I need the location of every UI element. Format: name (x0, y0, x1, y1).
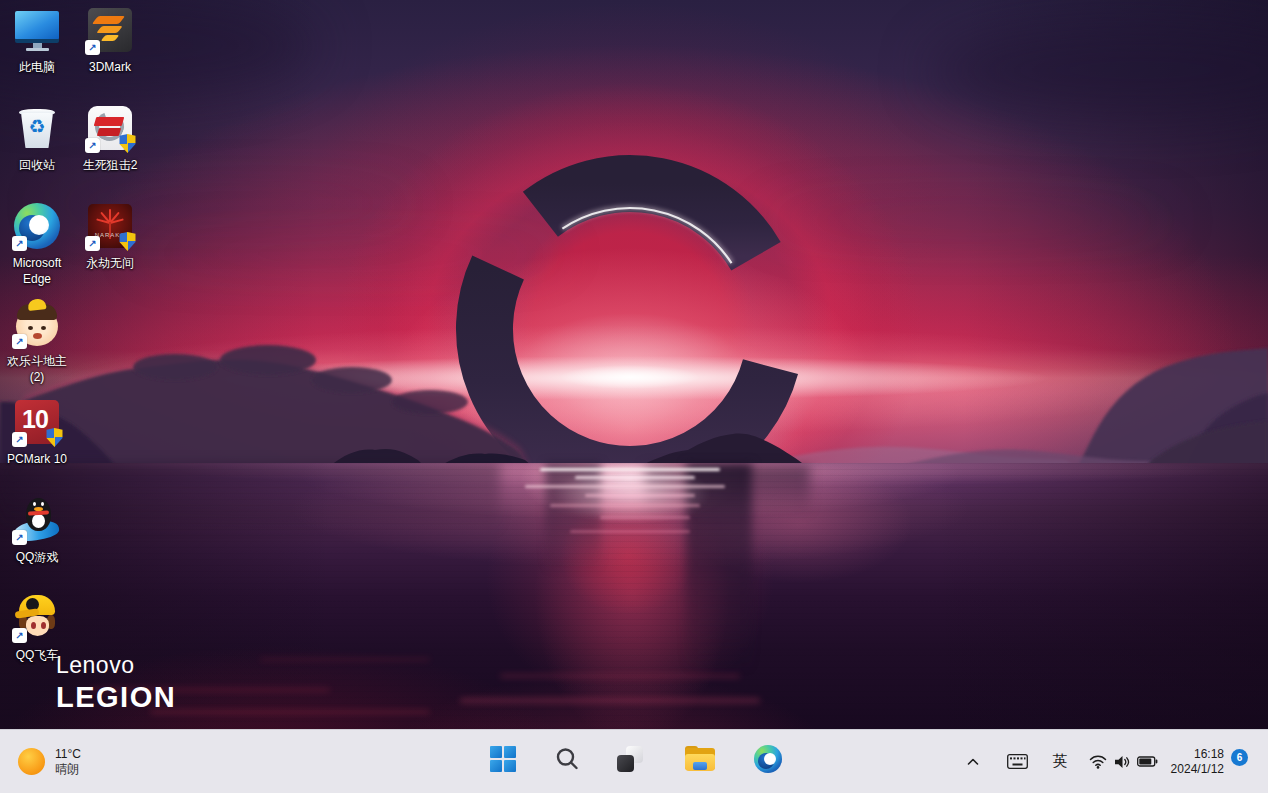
lenovo-wordmark: Lenovo (56, 652, 176, 679)
water-sparkle (575, 476, 695, 479)
water-sparkle (570, 530, 690, 533)
search-button[interactable] (547, 739, 587, 779)
water-sparkle (550, 504, 700, 507)
windows-logo-icon (490, 746, 516, 772)
desktop-icon-this-pc[interactable]: 此电脑 (0, 6, 74, 75)
edge-taskbar-button[interactable] (748, 739, 788, 779)
shortcut-arrow-icon (12, 236, 27, 251)
3dmark-icon (86, 6, 134, 54)
shengsi-juji-2-icon (86, 104, 134, 152)
uac-shield-icon (119, 134, 136, 153)
sun-icon (18, 748, 45, 775)
desktop-icon-recycle-bin[interactable]: ♻ 回收站 (0, 104, 74, 173)
water-sparkle (525, 485, 725, 488)
uac-shield-icon (46, 428, 63, 447)
keyboard-icon (1007, 754, 1028, 769)
ime-indicator[interactable]: 英 (1045, 745, 1075, 779)
start-button[interactable] (483, 739, 523, 779)
clock-date: 2024/1/12 (1171, 762, 1224, 777)
shortcut-arrow-icon (12, 334, 27, 349)
speaker-icon (1114, 755, 1131, 769)
clock-time: 16:18 (1171, 747, 1224, 762)
happy-doudizhu-icon (13, 300, 61, 348)
shortcut-arrow-icon (12, 432, 27, 447)
wallpaper-landscape (0, 0, 1268, 470)
desktop-icon-qq-games[interactable]: QQ游戏 (0, 496, 74, 565)
water-ripple-red (150, 710, 430, 714)
edge-icon (754, 745, 782, 773)
chevron-up-icon (967, 758, 979, 766)
desktop-icon-happy-doudizhu[interactable]: 欢乐斗地主(2) (0, 300, 74, 385)
clock[interactable]: 16:18 2024/1/12 (1171, 747, 1224, 777)
recycle-symbol-icon: ♻ (13, 116, 61, 138)
shortcut-arrow-icon (12, 628, 27, 643)
pcmark-10-icon: 10 (13, 398, 61, 446)
qq-games-icon (13, 496, 61, 544)
shortcut-arrow-icon (12, 530, 27, 545)
icon-label-line: Microsoft (13, 256, 62, 270)
water-sparkle (600, 516, 690, 519)
cloudbank-reflection (0, 463, 500, 533)
qq-speed-icon (13, 594, 61, 642)
uac-shield-icon (119, 232, 136, 251)
touch-keyboard-button[interactable] (1002, 745, 1032, 779)
desktop-icon-microsoft-edge[interactable]: Microsoft Edge (0, 202, 74, 287)
desktop-icon-qq-speed[interactable]: QQ飞车 (0, 594, 74, 663)
desktop-icon-pcmark-10[interactable]: 10 PCMark 10 (0, 398, 74, 467)
battery-button[interactable] (1132, 745, 1162, 779)
task-view-button[interactable] (610, 739, 650, 779)
file-explorer-button[interactable] (680, 739, 720, 779)
notification-badge[interactable]: 6 (1231, 749, 1248, 766)
desktop-icon-3dmark[interactable]: 3DMark (73, 6, 147, 75)
legion-wordmark: LEGION (56, 681, 176, 714)
this-pc-icon (13, 6, 61, 54)
search-icon (554, 746, 580, 772)
water-ripple-red (500, 674, 740, 678)
water-sparkle (540, 468, 720, 471)
water-ripple-red (260, 658, 430, 661)
shortcut-arrow-icon (85, 236, 100, 251)
file-explorer-icon (685, 746, 715, 771)
desktop-icon-naraka[interactable]: NARAKA 永劫无间 (73, 202, 147, 271)
edge-icon (13, 202, 61, 250)
task-view-icon (617, 746, 643, 772)
naraka-icon: NARAKA (86, 202, 134, 250)
recycle-bin-icon: ♻ (13, 104, 61, 152)
water-ripple-red (460, 698, 760, 703)
weather-widget[interactable]: 11°C 晴朗 (10, 730, 89, 793)
desktop-icon-shengsi-juji-2[interactable]: 生死狙击2 (73, 104, 147, 173)
water-sparkle (585, 494, 695, 497)
icon-label-line: Edge (23, 272, 51, 286)
tray-chevron-up[interactable] (958, 745, 988, 779)
shortcut-arrow-icon (85, 138, 100, 153)
battery-icon (1137, 756, 1158, 767)
shortcut-arrow-icon (85, 40, 100, 55)
wifi-icon (1089, 755, 1107, 769)
lenovo-legion-logo: Lenovo LEGION (56, 652, 176, 714)
taskbar: 11°C 晴朗 英 (0, 729, 1268, 793)
